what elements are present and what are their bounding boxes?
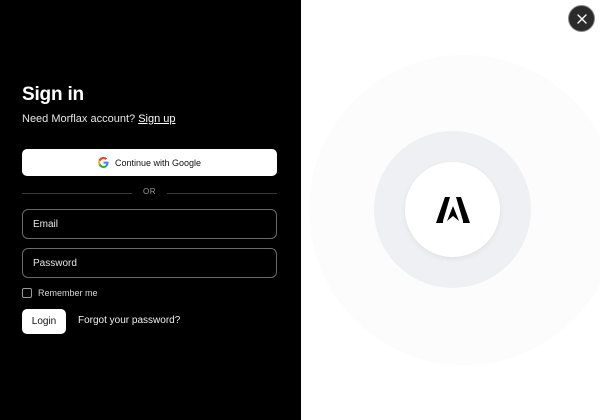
- signup-prompt-text: Need Morflax account?: [22, 113, 136, 125]
- continue-with-google-button[interactable]: Continue with Google: [22, 149, 277, 176]
- or-divider: OR: [22, 187, 277, 199]
- password-field[interactable]: [23, 249, 276, 277]
- signup-prompt: Need Morflax account? Sign up: [22, 113, 176, 125]
- divider-text: OR: [143, 187, 156, 196]
- email-field[interactable]: [23, 210, 276, 238]
- login-button[interactable]: Login: [22, 309, 66, 334]
- close-icon: [576, 13, 587, 24]
- illustration-panel: [301, 0, 600, 420]
- close-button[interactable]: [568, 5, 595, 32]
- signup-link[interactable]: Sign up: [138, 113, 175, 125]
- divider-line-right: [167, 193, 277, 194]
- remember-me: Remember me: [22, 288, 98, 298]
- morflax-logo-icon: [435, 196, 470, 223]
- google-button-label: Continue with Google: [114, 157, 202, 168]
- signin-panel: Sign in Need Morflax account? Sign up Co…: [0, 0, 301, 420]
- password-field-wrapper: [22, 248, 277, 278]
- email-field-wrapper: [22, 209, 277, 239]
- remember-me-label: Remember me: [38, 288, 98, 298]
- google-icon: [97, 157, 109, 168]
- logo-badge: [405, 162, 500, 257]
- page-title: Sign in: [22, 84, 84, 105]
- remember-me-checkbox[interactable]: [22, 288, 32, 298]
- forgot-password-link[interactable]: Forgot your password?: [78, 315, 180, 326]
